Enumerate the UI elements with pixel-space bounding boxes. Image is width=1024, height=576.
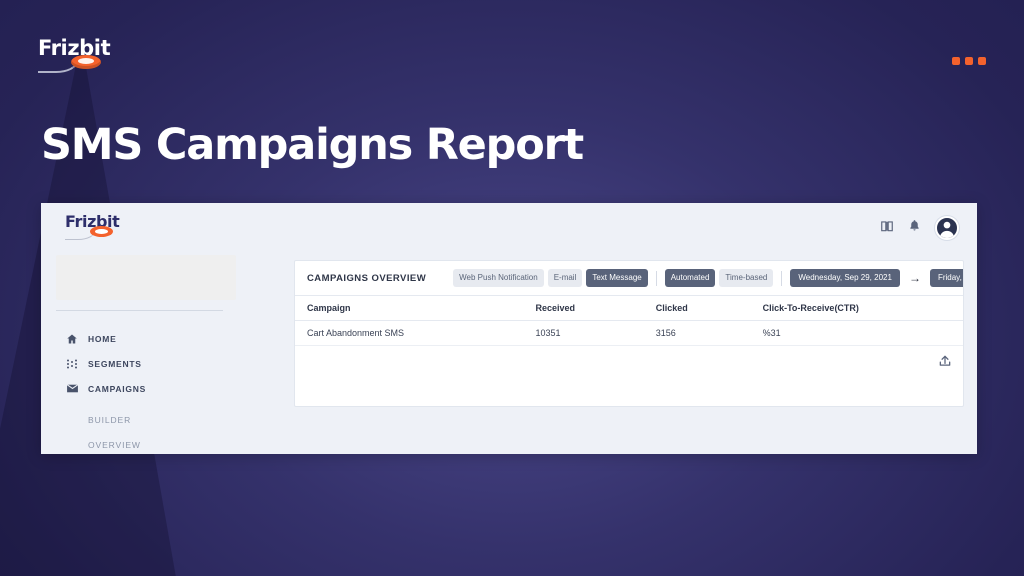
home-icon bbox=[65, 332, 79, 346]
logo-wordmark: Frizbit bbox=[38, 36, 111, 60]
slide-header: Frizbit bbox=[0, 0, 1024, 100]
cell-received: 10351 bbox=[535, 320, 656, 346]
sidebar-nav: HOME SEGMENTS CAMPAIGNS BUILDER OVERVIEW bbox=[41, 326, 253, 454]
app-logo-disc-icon bbox=[90, 226, 113, 237]
sidebar-item-label: CAMPAIGNS bbox=[88, 383, 147, 394]
table-header-row: Campaign Received Clicked Click-To-Recei… bbox=[295, 295, 963, 321]
filter-bar: Web Push Notification E-mail Text Messag… bbox=[453, 269, 963, 287]
sidebar-item-label: SEGMENTS bbox=[88, 358, 142, 369]
sidebar: HOME SEGMENTS CAMPAIGNS BUILDER OVERVIEW bbox=[41, 252, 253, 454]
upload-icon[interactable] bbox=[937, 353, 953, 369]
sidebar-item-builder[interactable]: BUILDER bbox=[41, 407, 253, 432]
menu-dots-icon[interactable] bbox=[952, 57, 986, 65]
menu-dot bbox=[965, 57, 973, 65]
filter-text-message[interactable]: Text Message bbox=[586, 269, 648, 287]
sidebar-item-label: HOME bbox=[88, 333, 117, 344]
avatar[interactable] bbox=[935, 216, 959, 240]
sidebar-item-label: OVERVIEW bbox=[88, 439, 141, 450]
slide-root: Frizbit SMS Campaigns Report Frizbit HOM… bbox=[0, 0, 1024, 576]
table-row[interactable]: Cart Abandonment SMS 10351 3156 %31 bbox=[295, 320, 963, 346]
menu-dot bbox=[952, 57, 960, 65]
app-frizbit-logo[interactable]: Frizbit bbox=[65, 214, 127, 245]
filter-automated[interactable]: Automated bbox=[664, 269, 716, 287]
date-range-end[interactable]: Friday, Oct 29, 2021 bbox=[929, 269, 963, 287]
main-panel: CAMPAIGNS OVERVIEW Web Push Notification… bbox=[253, 252, 977, 454]
cell-clicked: 3156 bbox=[655, 320, 763, 346]
filter-time-based[interactable]: Time-based bbox=[719, 269, 774, 287]
envelope-icon bbox=[65, 382, 79, 396]
campaigns-overview-card: CAMPAIGNS OVERVIEW Web Push Notification… bbox=[294, 260, 964, 407]
filter-email[interactable]: E-mail bbox=[547, 269, 583, 287]
cell-ctr: %31 bbox=[762, 320, 963, 346]
column-header-campaign[interactable]: Campaign bbox=[295, 295, 536, 321]
filter-divider bbox=[655, 270, 657, 286]
date-range-start[interactable]: Wednesday, Sep 29, 2021 bbox=[790, 269, 900, 287]
sidebar-item-segments[interactable]: SEGMENTS bbox=[41, 351, 253, 376]
filter-web-push-notification[interactable]: Web Push Notification bbox=[453, 269, 544, 287]
frizbit-logo: Frizbit bbox=[38, 36, 111, 80]
segments-icon bbox=[65, 357, 79, 371]
menu-dot bbox=[978, 57, 986, 65]
filter-divider bbox=[781, 270, 783, 286]
card-footer bbox=[295, 346, 963, 378]
date-range-arrow-icon: → bbox=[908, 271, 921, 285]
logo-disc-icon bbox=[71, 55, 101, 69]
column-header-ctr[interactable]: Click-To-Receive(CTR) bbox=[762, 295, 963, 321]
bell-icon[interactable] bbox=[908, 219, 921, 237]
sidebar-item-label: BUILDER bbox=[88, 414, 132, 425]
app-topbar-icons bbox=[880, 216, 959, 240]
sidebar-project-selector[interactable] bbox=[56, 255, 236, 300]
sidebar-divider bbox=[56, 310, 223, 311]
sidebar-item-home[interactable]: HOME bbox=[41, 326, 253, 351]
app-screenshot-window: Frizbit HOME SEGMENTS CAMPAIGNS BUILDER … bbox=[41, 203, 977, 454]
app-body: HOME SEGMENTS CAMPAIGNS BUILDER OVERVIEW… bbox=[41, 252, 977, 454]
table-body: Cart Abandonment SMS 10351 3156 %31 bbox=[295, 320, 963, 346]
card-header: CAMPAIGNS OVERVIEW Web Push Notification… bbox=[295, 261, 963, 295]
cell-campaign: Cart Abandonment SMS bbox=[295, 320, 536, 346]
book-icon[interactable] bbox=[880, 219, 894, 238]
table-header: Campaign Received Clicked Click-To-Recei… bbox=[295, 295, 963, 321]
page-title: SMS Campaigns Report bbox=[41, 120, 584, 170]
app-topbar: Frizbit bbox=[41, 203, 977, 252]
sidebar-item-overview[interactable]: OVERVIEW bbox=[41, 432, 253, 454]
column-header-clicked[interactable]: Clicked bbox=[655, 295, 763, 321]
sidebar-item-campaigns[interactable]: CAMPAIGNS bbox=[41, 376, 253, 401]
card-title: CAMPAIGNS OVERVIEW bbox=[307, 272, 427, 284]
campaigns-table: Campaign Received Clicked Click-To-Recei… bbox=[295, 295, 963, 346]
column-header-received[interactable]: Received bbox=[535, 295, 656, 321]
